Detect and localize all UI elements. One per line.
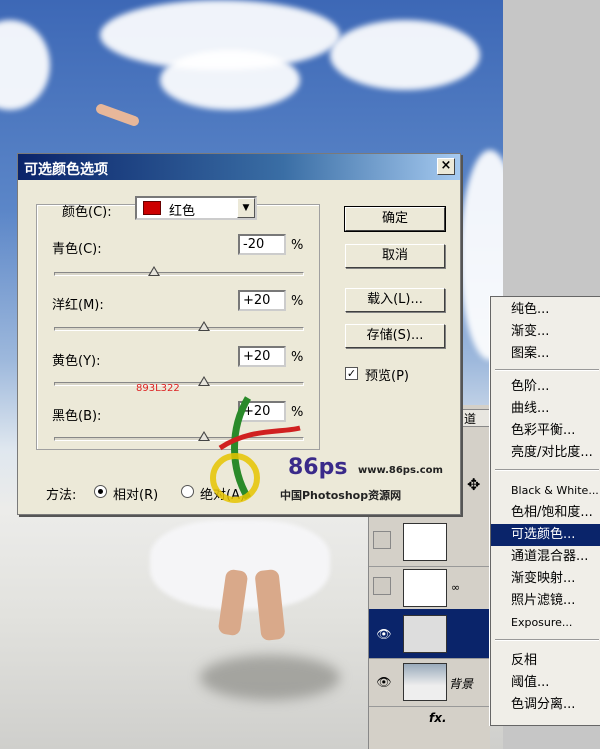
- cloud: [330, 20, 480, 90]
- close-button[interactable]: ×: [437, 158, 455, 175]
- menu-item-invert[interactable]: 反相: [491, 650, 600, 672]
- colors-select[interactable]: 红色 ▼: [135, 196, 257, 220]
- adjustment-thumbnail: [403, 569, 447, 607]
- menu-item-curves[interactable]: 曲线...: [491, 398, 600, 420]
- visibility-toggle[interactable]: [373, 577, 391, 595]
- eye-icon[interactable]: 👁: [373, 675, 395, 689]
- cyan-label: 青色(C):: [52, 242, 102, 257]
- menu-item-hue-saturation[interactable]: 色相/饱和度...: [491, 502, 600, 524]
- load-button[interactable]: 载入(L)...: [345, 288, 445, 312]
- visibility-toggle[interactable]: [373, 531, 391, 549]
- menu-item-channel-mixer[interactable]: 通道混合器...: [491, 546, 600, 568]
- menu-item-brightness-contrast[interactable]: 亮度/对比度...: [491, 442, 600, 464]
- watermark-site: 中国Photoshop资源网: [280, 489, 402, 502]
- menu-item-pattern[interactable]: 图案...: [491, 343, 600, 365]
- black-label: 黑色(B):: [52, 409, 102, 424]
- colors-label: 颜色(C):: [62, 205, 112, 220]
- chevron-down-icon[interactable]: ▼: [237, 198, 255, 218]
- preview-label: 预览(P): [365, 369, 409, 384]
- magenta-input[interactable]: +20: [238, 290, 286, 311]
- menu-separator: [495, 369, 599, 371]
- menu-item-black-white[interactable]: Black & White...: [491, 480, 600, 502]
- cyan-input[interactable]: -20: [238, 234, 286, 255]
- layer-row-background[interactable]: 👁 背景: [369, 657, 491, 707]
- menu-item-gradient[interactable]: 渐变...: [491, 321, 600, 343]
- menu-item-gradient-map[interactable]: 渐变映射...: [491, 568, 600, 590]
- cyan-slider[interactable]: [54, 266, 304, 276]
- layer-row[interactable]: [369, 517, 491, 567]
- adjustment-thumbnail: [403, 615, 447, 653]
- cyan-unit: %: [291, 238, 304, 253]
- eye-icon[interactable]: 👁: [373, 627, 395, 641]
- adjustment-layer-menu: 纯色... 渐变... 图案... 色阶... 曲线... 色彩平衡... 亮度…: [490, 296, 600, 726]
- relative-radio[interactable]: [94, 485, 107, 498]
- background-thumbnail: [403, 663, 447, 701]
- magenta-unit: %: [291, 294, 304, 309]
- preview-checkbox[interactable]: ✓: [345, 367, 358, 380]
- cloud: [160, 50, 300, 110]
- watermark-brand: 86ps: [288, 455, 347, 480]
- menu-item-posterize[interactable]: 色调分离...: [491, 694, 600, 716]
- menu-item-threshold[interactable]: 阈值...: [491, 672, 600, 694]
- yellow-unit: %: [291, 350, 304, 365]
- ground-shadow: [200, 655, 340, 700]
- move-icon[interactable]: ✥: [467, 475, 480, 494]
- magenta-slider[interactable]: [54, 321, 304, 331]
- magenta-slider-thumb[interactable]: [197, 321, 210, 331]
- menu-item-selective-color[interactable]: 可选颜色...: [491, 524, 600, 546]
- menu-separator: [495, 639, 599, 641]
- yellow-slider-thumb[interactable]: [197, 376, 210, 386]
- menu-item-color-balance[interactable]: 色彩平衡...: [491, 420, 600, 442]
- colors-select-value: 红色: [169, 204, 196, 219]
- dialog-title: 可选颜色选项: [24, 162, 108, 178]
- layer-row[interactable]: ∞: [369, 563, 491, 613]
- dialog-titlebar[interactable]: 可选颜色选项 ×: [18, 154, 460, 180]
- method-label: 方法:: [46, 488, 77, 503]
- menu-separator: [495, 469, 599, 471]
- menu-item-photo-filter[interactable]: 照片滤镜...: [491, 590, 600, 612]
- watermark-url: www.86ps.com: [358, 465, 443, 476]
- color-swatch: [143, 201, 161, 215]
- absolute-radio[interactable]: [181, 485, 194, 498]
- save-button[interactable]: 存储(S)...: [345, 324, 445, 348]
- ok-button[interactable]: 确定: [344, 206, 446, 232]
- menu-item-levels[interactable]: 色阶...: [491, 376, 600, 398]
- menu-item-solid-color[interactable]: 纯色...: [491, 299, 600, 321]
- cloud: [0, 20, 50, 110]
- tab-channels-fragment[interactable]: 道: [461, 409, 491, 427]
- adjustment-thumbnail: [403, 523, 447, 561]
- layer-row-selected[interactable]: 👁: [369, 609, 491, 659]
- yellow-label: 黄色(Y):: [52, 354, 101, 369]
- watermark-stamp: 893L322: [136, 383, 180, 394]
- layer-name: 背景: [449, 677, 474, 691]
- raised-arm: [94, 102, 141, 128]
- menu-item-exposure[interactable]: Exposure...: [491, 612, 600, 634]
- fx-icon[interactable]: fx.: [429, 711, 447, 725]
- link-icon: ∞: [451, 581, 461, 594]
- cyan-slider-thumb[interactable]: [148, 266, 161, 276]
- magenta-label: 洋红(M):: [52, 298, 104, 313]
- relative-label: 相对(R): [113, 488, 159, 503]
- yellow-input[interactable]: +20: [238, 346, 286, 367]
- cancel-button[interactable]: 取消: [345, 244, 445, 268]
